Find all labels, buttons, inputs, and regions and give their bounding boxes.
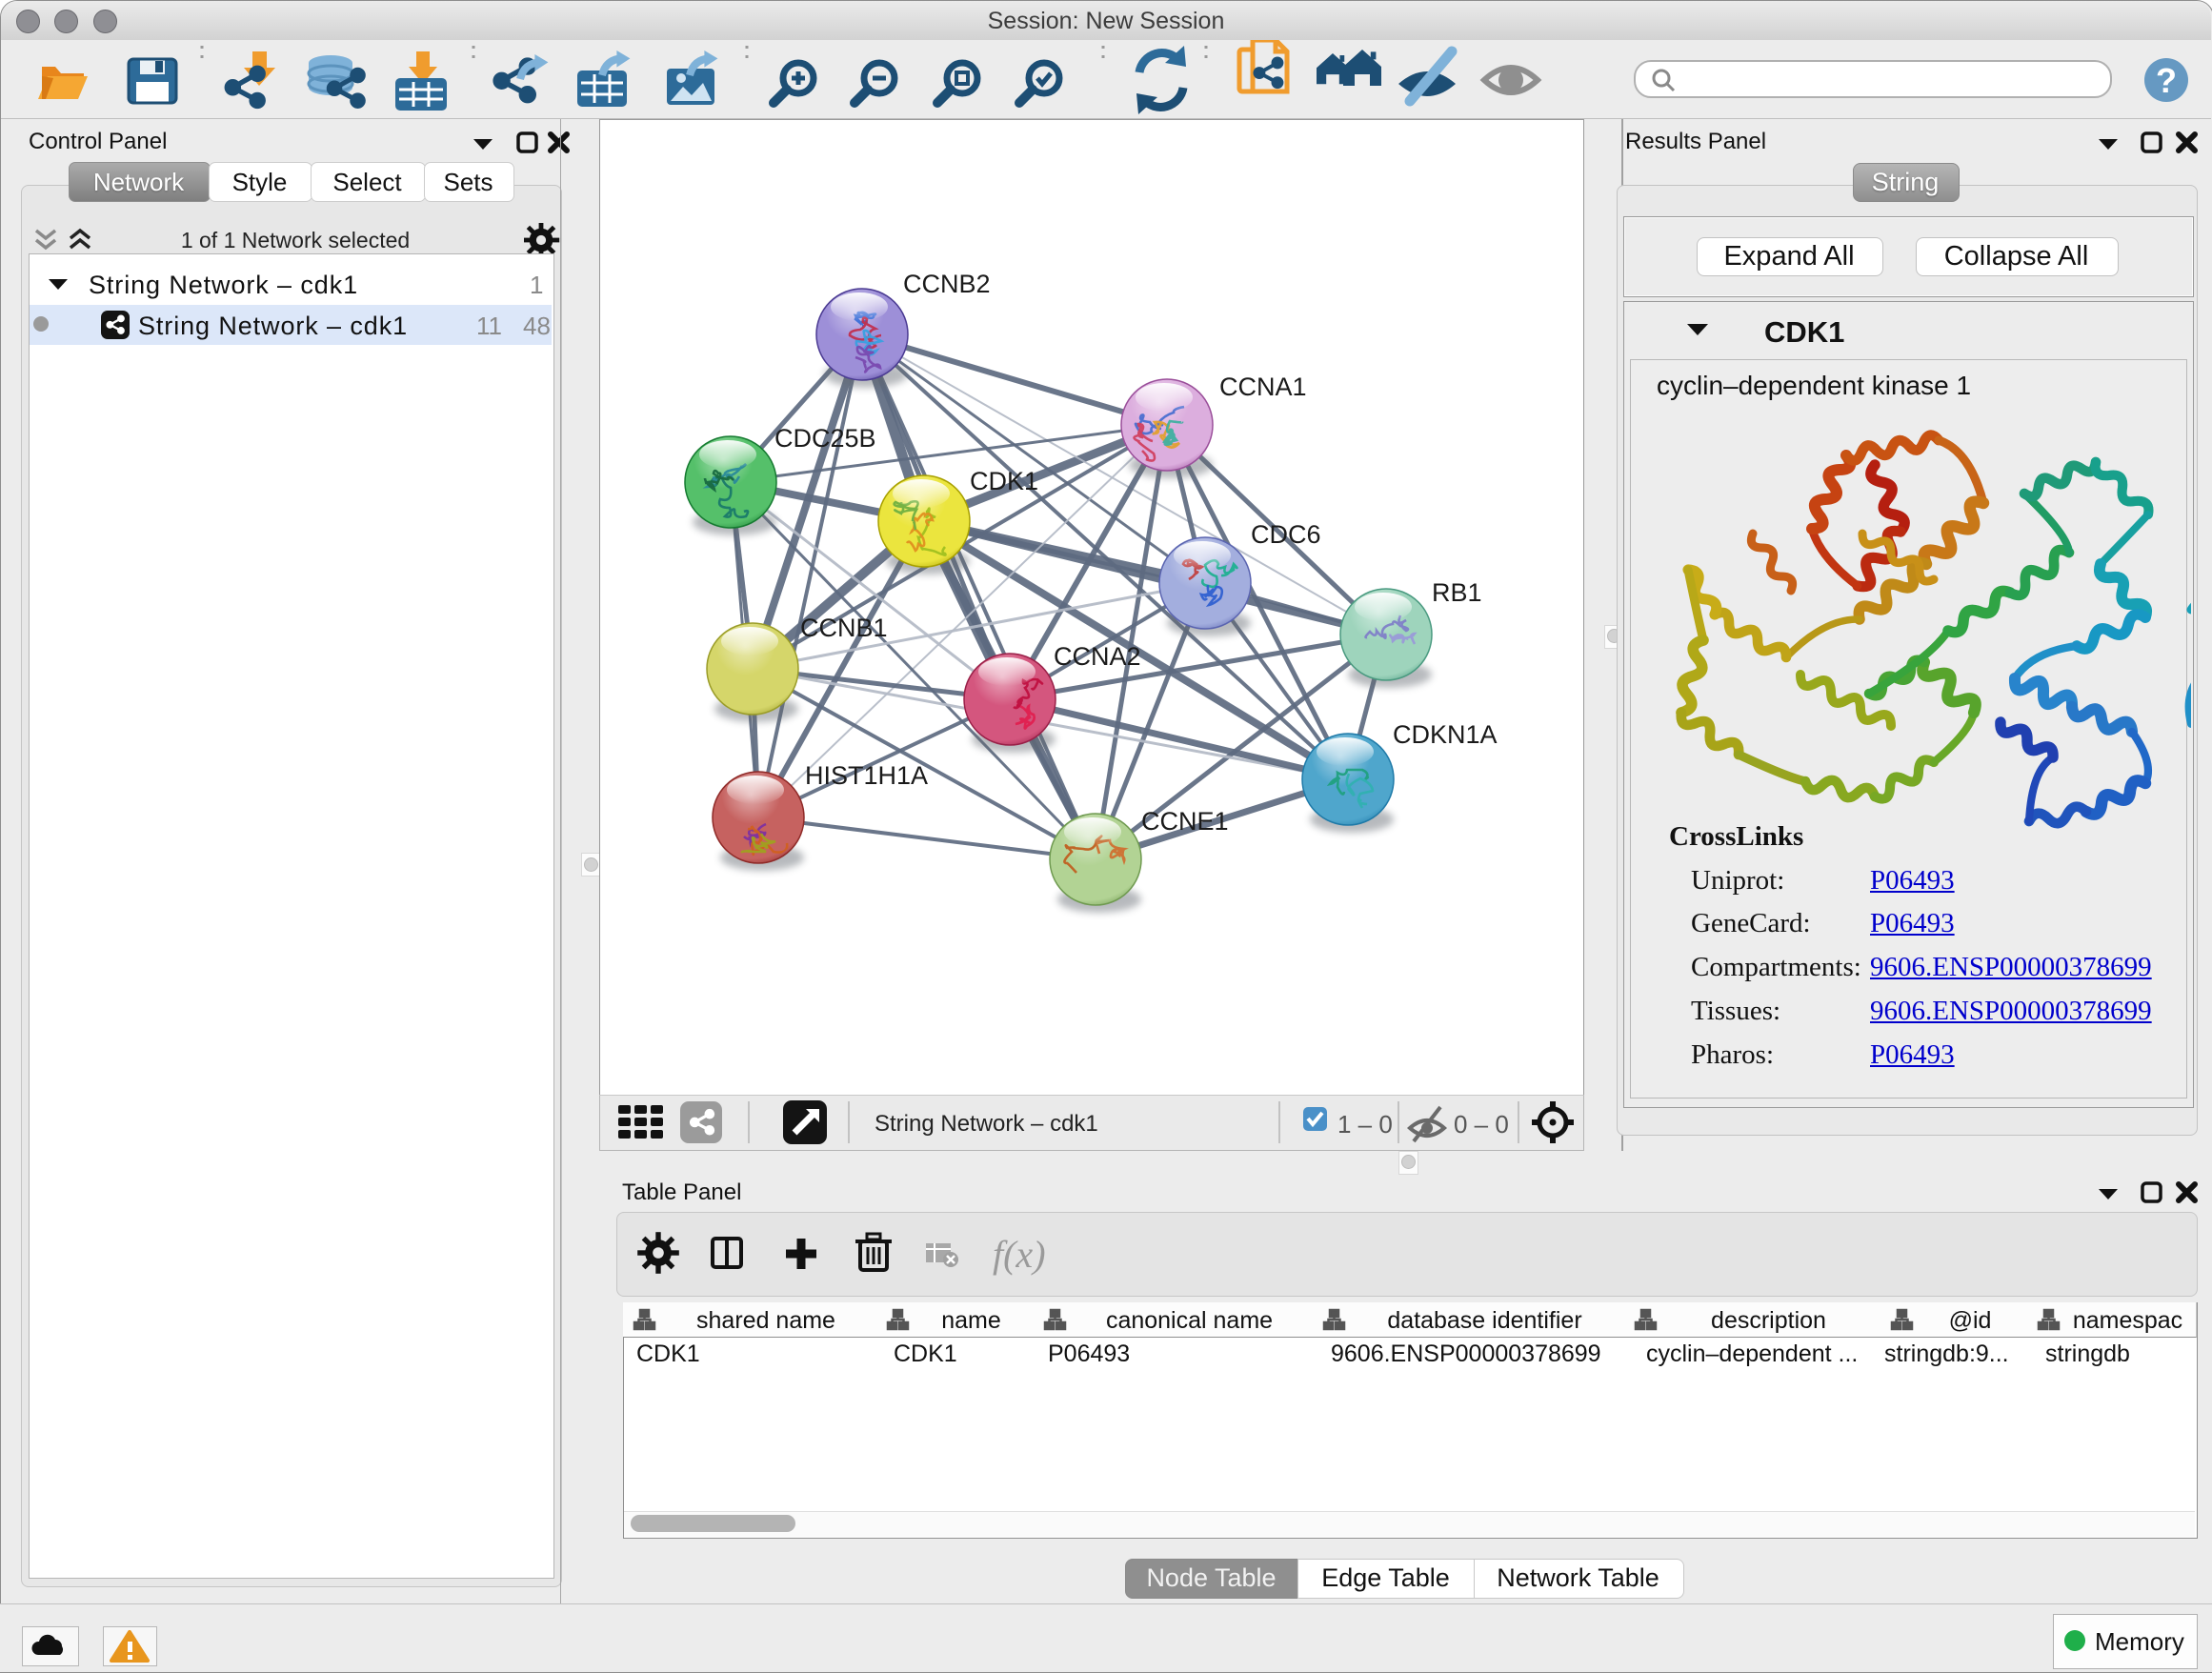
svg-text:CCNA2: CCNA2 [1054, 642, 1141, 671]
svg-text:CCNB1: CCNB1 [800, 614, 888, 642]
svg-text:CDC6: CDC6 [1251, 520, 1321, 549]
svg-text:HIST1H1A: HIST1H1A [805, 761, 928, 790]
svg-text:CDK1: CDK1 [970, 467, 1038, 495]
svg-text:RB1: RB1 [1432, 578, 1482, 607]
svg-text:CCNE1: CCNE1 [1141, 807, 1229, 836]
svg-text:CCNA1: CCNA1 [1219, 373, 1307, 401]
svg-text:CDC25B: CDC25B [774, 424, 876, 453]
svg-text:CDKN1A: CDKN1A [1393, 720, 1498, 749]
svg-text:CCNB2: CCNB2 [903, 270, 991, 298]
svg-text:?: ? [2156, 61, 2177, 100]
svg-text:f(x): f(x) [993, 1233, 1046, 1276]
